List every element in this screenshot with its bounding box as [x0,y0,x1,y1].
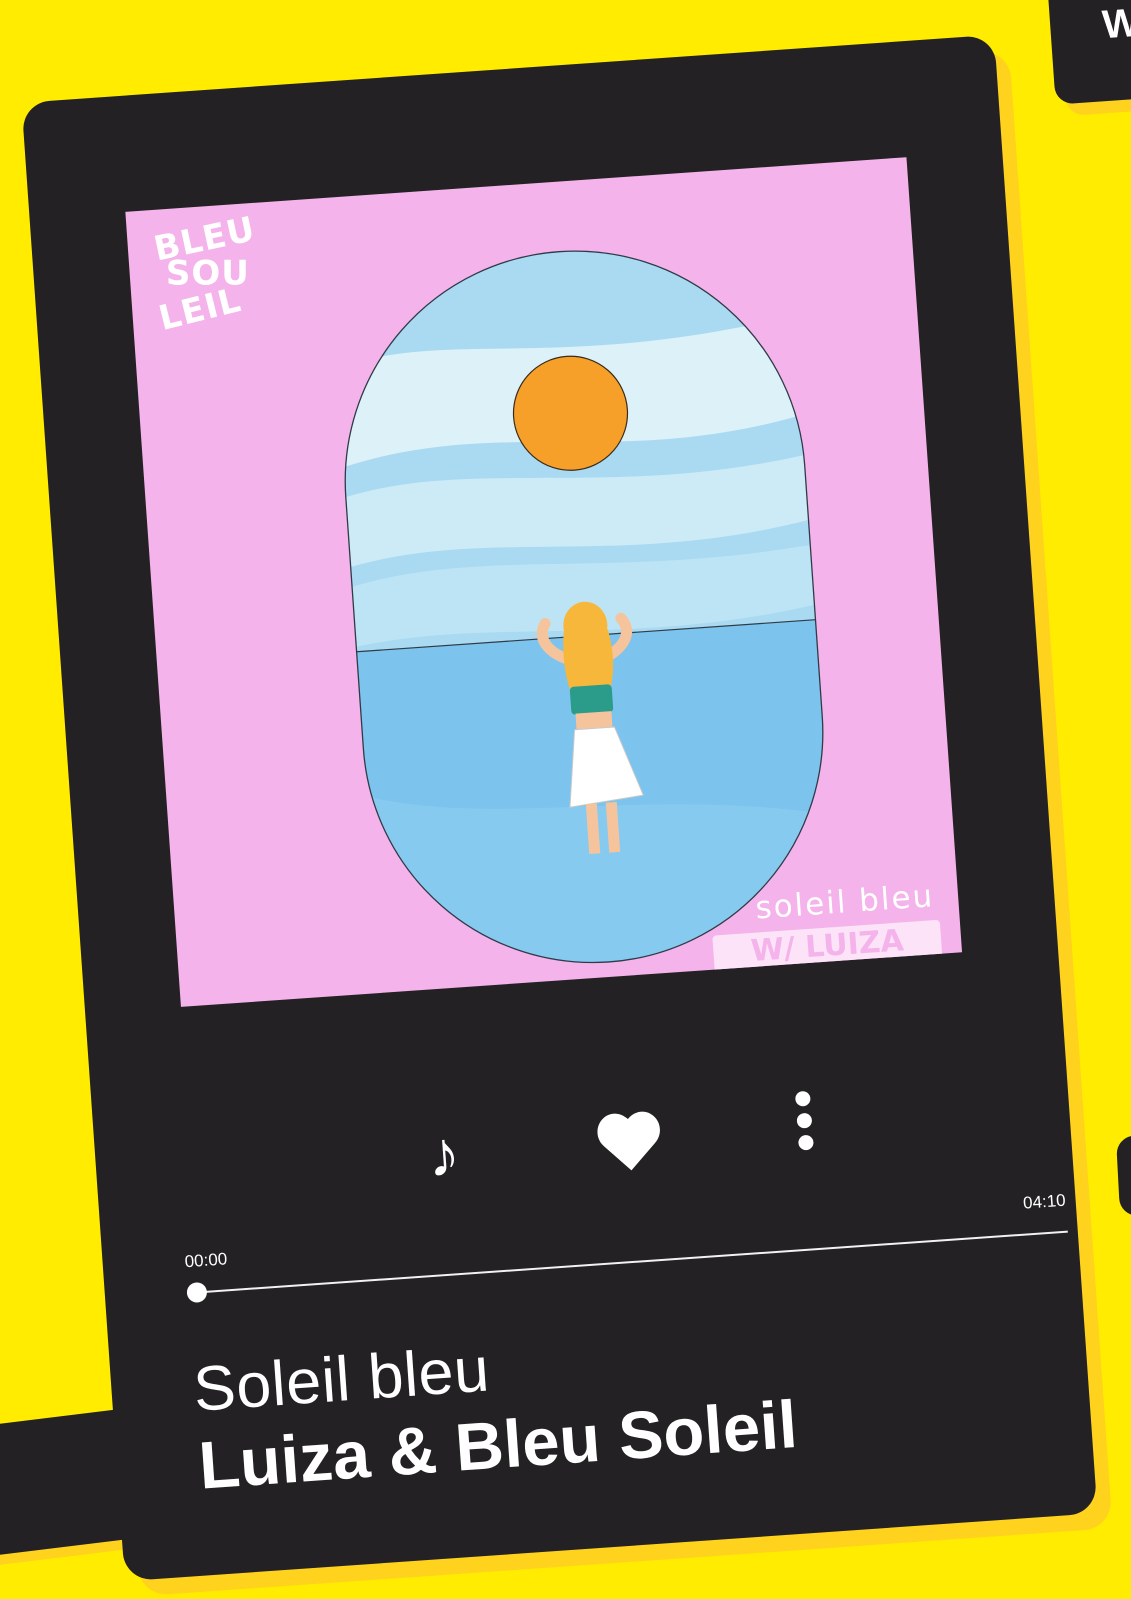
like-button[interactable] [589,1100,670,1179]
background-card-top: W [1044,0,1131,105]
cover-logo: BLEU SOU LEIL [150,209,261,339]
music-note-icon: ♪ [425,1116,463,1191]
current-time: 00:00 [184,1249,228,1272]
more-vertical-icon [795,1091,814,1151]
album-cover: BLEU SOU LEIL soleil bleu W/ LUIZA [125,157,963,1007]
more-options-button[interactable] [782,1079,827,1162]
music-player-card: BLEU SOU LEIL soleil bleu W/ LUIZA ♪ 00:… [21,34,1098,1582]
corner-letter: W [1100,0,1131,48]
progress-track[interactable] [186,1230,1068,1304]
heart-icon [597,1111,660,1171]
progress-knob[interactable] [186,1281,208,1304]
background-card-right [1115,1133,1131,1217]
music-note-button[interactable]: ♪ [411,1112,476,1196]
total-time: 04:10 [1022,1190,1067,1213]
scene: W BLEU SOU LEIL soleil bleu W/ LUIZA ♪ 0… [0,0,1131,1599]
